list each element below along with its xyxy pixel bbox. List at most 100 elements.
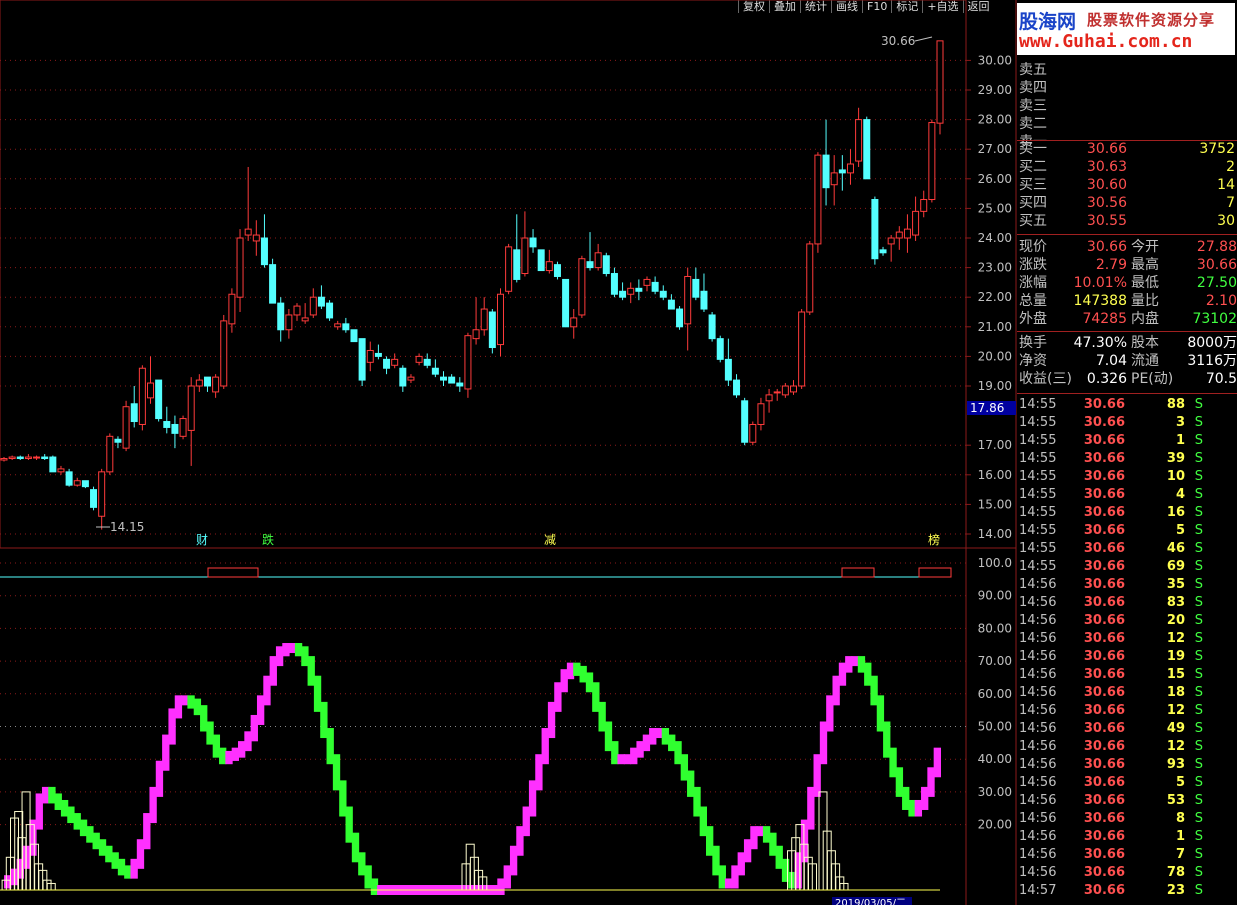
candle-body xyxy=(920,199,928,212)
tick-row: 14:56 30.66 8 S xyxy=(1019,811,1203,826)
candle-body xyxy=(684,275,692,325)
candle-body xyxy=(602,255,610,275)
price-axis-label: 20.00 xyxy=(978,349,1012,363)
candle-body xyxy=(16,456,24,460)
price-axis-label: 14.00 xyxy=(978,527,1012,541)
candle-body xyxy=(98,471,106,517)
osc-step xyxy=(320,701,328,739)
osc-step xyxy=(800,819,809,863)
ind-axis-label: 90.00 xyxy=(978,589,1012,603)
osc-step xyxy=(288,643,296,654)
candle-body xyxy=(228,293,236,325)
candle-body xyxy=(366,349,374,363)
candle-body xyxy=(773,391,781,394)
osc-step xyxy=(750,826,758,850)
event-marker: 财 xyxy=(196,533,208,547)
osc-step xyxy=(598,701,606,732)
candle-body xyxy=(187,385,195,431)
candle-body xyxy=(130,403,138,423)
quote-stat2: 收益(三) 0.326 PE(动) 70.5 xyxy=(1019,371,1237,387)
candle-body xyxy=(871,199,879,260)
tick-row: 14:55 30.66 88 S xyxy=(1019,397,1203,412)
osc-step xyxy=(832,675,840,706)
tick-row: 14:56 30.66 1 S xyxy=(1019,829,1203,844)
osc-step xyxy=(294,643,303,657)
osc-step xyxy=(345,806,353,843)
osc-step xyxy=(908,799,916,817)
candle-body xyxy=(838,169,846,174)
osc-step xyxy=(136,839,145,869)
osc-step xyxy=(98,839,107,856)
candle-body xyxy=(798,311,806,387)
tick-row: 14:56 30.66 12 S xyxy=(1019,703,1203,718)
osc-step xyxy=(819,721,828,765)
osc-step xyxy=(655,728,663,739)
candle-body xyxy=(24,456,32,460)
candle-body xyxy=(260,237,268,266)
osc-step xyxy=(611,741,619,765)
price-marker-label: 17.86 xyxy=(970,401,1004,415)
osc-step xyxy=(668,734,676,752)
candle-body xyxy=(741,400,749,443)
candle-body xyxy=(496,293,504,346)
candle-body xyxy=(179,418,187,437)
osc-step xyxy=(181,695,189,706)
osc-step xyxy=(889,747,897,778)
osc-step xyxy=(149,786,157,824)
tick-row: 14:56 30.66 49 S xyxy=(1019,721,1203,736)
tick-row: 14:55 30.66 4 S xyxy=(1019,487,1203,502)
quote-stat2: 净资 7.04 流通 3116万 xyxy=(1019,353,1237,369)
candle-body xyxy=(65,471,73,486)
candle-body xyxy=(90,489,98,508)
candle-body xyxy=(724,358,732,381)
osc-step xyxy=(200,705,208,732)
candle-body xyxy=(374,352,382,357)
candle-body xyxy=(423,358,431,366)
osc-step xyxy=(168,708,176,745)
osc-step xyxy=(263,675,271,706)
candle-body xyxy=(106,435,114,473)
candle-body xyxy=(163,421,171,428)
osc-step xyxy=(238,741,246,758)
osc-step xyxy=(155,760,164,797)
osc-step xyxy=(687,770,695,797)
osc-step xyxy=(111,852,119,869)
candle-body xyxy=(570,317,578,328)
price-axis-label: 16.00 xyxy=(978,468,1012,482)
sell-level: 卖二 xyxy=(1019,116,1047,132)
candle-body xyxy=(171,423,179,434)
osc-step xyxy=(351,832,360,863)
high-arrow xyxy=(914,36,933,42)
tick-row: 14:56 30.66 5 S xyxy=(1019,775,1203,790)
candle-body xyxy=(114,438,122,443)
candle-body xyxy=(317,296,325,307)
candle-body xyxy=(594,252,602,269)
ind-axis-label: 80.00 xyxy=(978,621,1012,635)
candle-body xyxy=(545,261,553,272)
osc-step xyxy=(769,832,777,856)
price-axis-label: 19.00 xyxy=(978,379,1012,393)
candle-body xyxy=(8,456,16,460)
candle-body xyxy=(659,290,667,298)
tick-row: 14:56 30.66 7 S xyxy=(1019,847,1203,862)
kline-chart[interactable]: 30.00 29.00 28.00 27.00 26.00 25.00 24.00 23.00… xyxy=(0,0,1017,905)
osc-step xyxy=(516,826,524,856)
candle-body xyxy=(619,290,627,298)
osc-step xyxy=(756,826,764,837)
candle-body xyxy=(49,456,57,473)
candle-body xyxy=(342,323,350,331)
candle-body xyxy=(236,237,244,298)
divider xyxy=(1017,393,1237,394)
candle-body xyxy=(855,119,863,162)
candle-body xyxy=(513,249,521,280)
osc-step xyxy=(560,669,568,693)
price-axis-label: 15.00 xyxy=(978,497,1012,511)
tick-row: 14:56 30.66 35 S xyxy=(1019,577,1203,592)
osc-step xyxy=(762,826,771,843)
osc-step xyxy=(162,734,170,771)
candle-body xyxy=(887,237,895,245)
buy-level: 买二 30.63 2 xyxy=(1019,159,1235,175)
candle-body xyxy=(391,358,399,366)
osc-step xyxy=(883,721,891,758)
osc-step xyxy=(503,865,511,889)
